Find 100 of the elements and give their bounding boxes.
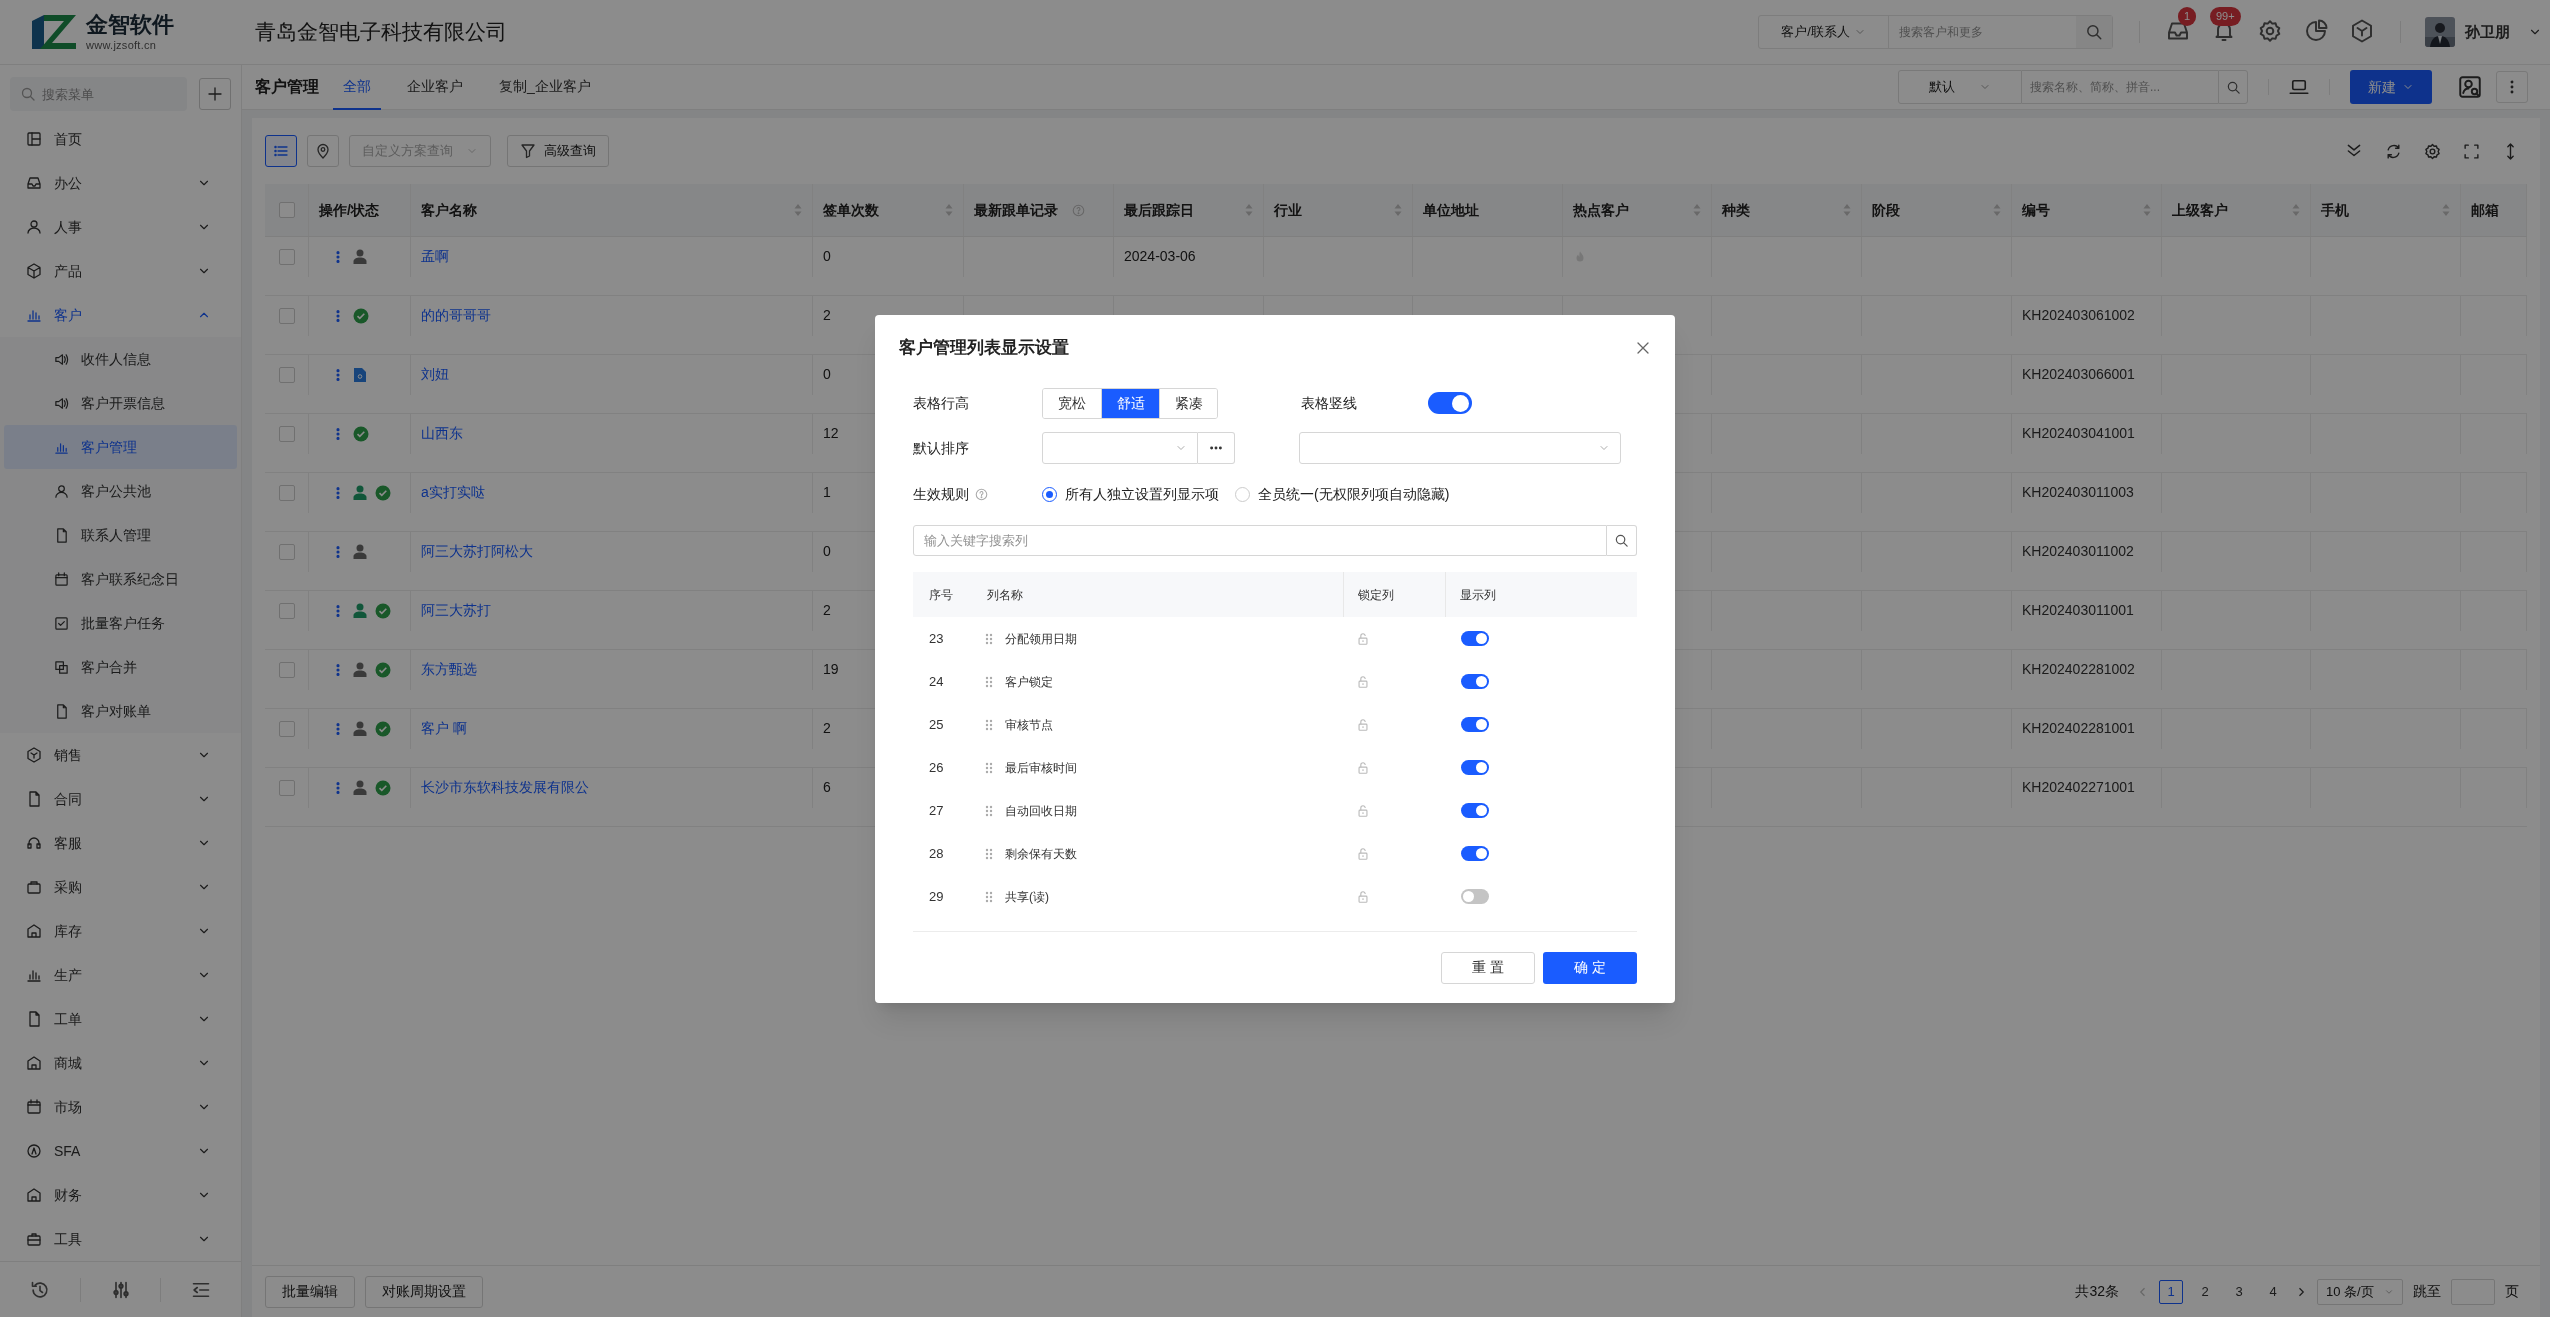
pie-chart-icon[interactable] xyxy=(2304,19,2328,43)
drag-handle-icon[interactable] xyxy=(985,890,993,903)
sidebar-menu-item[interactable]: SFA xyxy=(0,1129,241,1174)
footer-button[interactable]: 对账周期设置 xyxy=(365,1275,483,1308)
row-height-option[interactable]: 舒适 xyxy=(1101,388,1159,418)
checkbox[interactable] xyxy=(278,543,295,560)
sort-icon[interactable] xyxy=(1993,203,2001,217)
drag-handle-icon[interactable] xyxy=(985,761,993,774)
drag-handle-icon[interactable] xyxy=(985,847,993,860)
sidebar-submenu-item[interactable]: 批量客户任务 xyxy=(4,601,237,646)
sidebar-menu-item[interactable]: 生产 xyxy=(0,953,241,998)
sidebar-menu-item[interactable]: 财务 xyxy=(0,1173,241,1218)
checkbox[interactable] xyxy=(278,779,295,796)
sidebar-menu-item[interactable]: 首页 xyxy=(0,117,241,162)
column-header[interactable]: 最新跟单记录 xyxy=(964,184,1113,236)
reset-button[interactable]: 重 置 xyxy=(1441,951,1535,984)
page-button[interactable]: 2 xyxy=(2193,1279,2217,1304)
checkbox[interactable] xyxy=(278,720,295,737)
menu-search-field[interactable]: 搜索菜单 xyxy=(10,77,187,112)
settings-icon[interactable] xyxy=(2258,19,2282,43)
sidebar-menu-item[interactable]: 库存 xyxy=(0,909,241,954)
new-button[interactable]: 新建 xyxy=(2350,70,2432,104)
column-header[interactable]: 行业 xyxy=(1264,184,1412,236)
search-button[interactable] xyxy=(1607,525,1637,556)
sidebar-menu-item[interactable]: 工具 xyxy=(0,1217,241,1262)
toggle-switch[interactable] xyxy=(1461,803,1489,818)
sidebar-submenu-item[interactable]: 客户合并 xyxy=(4,645,237,690)
user-name[interactable]: 孙卫朋 xyxy=(2465,20,2510,44)
sort-order-dropdown[interactable] xyxy=(1299,432,1621,464)
page-button[interactable]: 1 xyxy=(2159,1279,2183,1304)
drag-handle-icon[interactable] xyxy=(985,804,993,817)
global-search[interactable]: 客户/联系人 搜索客户和更多 xyxy=(1758,15,2113,49)
sort-icon[interactable] xyxy=(1693,203,1701,217)
sort-icon[interactable] xyxy=(2292,203,2300,217)
checkbox[interactable] xyxy=(278,248,295,265)
unlock-icon[interactable] xyxy=(1356,674,1370,689)
customer-name-link[interactable]: a实打实哒 xyxy=(421,482,485,504)
customer-name-link[interactable]: 长沙市东软科技发展有限公 xyxy=(421,777,589,799)
row-height-option[interactable]: 紧凑 xyxy=(1159,388,1217,418)
column-header[interactable]: 签单次数 xyxy=(813,184,963,236)
page-size-dropdown[interactable]: 10 条/页 xyxy=(2317,1278,2403,1305)
toggle-switch[interactable] xyxy=(1461,717,1489,732)
radio-label[interactable]: 所有人独立设置列显示项 xyxy=(1065,483,1219,505)
view-dropdown[interactable]: 默认 xyxy=(1898,70,2022,104)
radio-label[interactable]: 全员统一(无权限列项自动隐藏) xyxy=(1258,483,1450,505)
sidebar-submenu-item[interactable]: 客户管理 xyxy=(4,425,237,470)
customer-name-link[interactable]: 刘妞 xyxy=(421,364,449,386)
column-header[interactable]: 上级客户 xyxy=(2162,184,2310,236)
column-header[interactable]: 邮箱 xyxy=(2461,184,2526,236)
checkbox[interactable] xyxy=(278,307,295,324)
column-header[interactable]: 阶段 xyxy=(1862,184,2011,236)
sidebar-submenu-item[interactable]: 客户开票信息 xyxy=(4,381,237,426)
checkbox[interactable] xyxy=(278,484,295,501)
sidebar-submenu-item[interactable]: 客户联系纪念日 xyxy=(4,557,237,602)
sidebar-menu-item[interactable]: 销售 xyxy=(0,733,241,778)
sidebar-submenu-item[interactable]: 客户公共池 xyxy=(4,469,237,514)
customer-name-link[interactable]: 东方甄选 xyxy=(421,659,477,681)
sidebar-menu-item[interactable]: 市场 xyxy=(0,1085,241,1130)
tab[interactable]: 企业客户 xyxy=(397,64,473,110)
history-icon[interactable] xyxy=(29,1279,50,1300)
map-view-button[interactable] xyxy=(307,135,339,167)
toggle-switch[interactable] xyxy=(1461,760,1489,775)
checkbox[interactable] xyxy=(278,425,295,442)
toggle-switch[interactable] xyxy=(1461,846,1489,861)
customer-name-link[interactable]: 阿三大苏打阿松大 xyxy=(421,541,533,563)
customer-name-link[interactable]: 客户 啊 xyxy=(421,718,467,740)
customer-name-link[interactable]: 山西东 xyxy=(421,423,463,445)
hexagon-icon[interactable] xyxy=(2350,19,2374,43)
drag-handle-icon[interactable] xyxy=(985,718,993,731)
sidebar-menu-item[interactable]: 采购 xyxy=(0,865,241,910)
laptop-icon[interactable] xyxy=(2289,77,2309,97)
toggle-switch[interactable] xyxy=(1461,631,1489,646)
sort-icon[interactable] xyxy=(1843,203,1851,217)
sidebar-menu-item[interactable]: 产品 xyxy=(0,249,241,294)
column-header[interactable]: 操作/状态 xyxy=(309,184,410,236)
sort-icon[interactable] xyxy=(1394,203,1402,217)
column-header[interactable]: 种类 xyxy=(1712,184,1861,236)
sidebar-menu-item[interactable]: 工单 xyxy=(0,997,241,1042)
footer-button[interactable]: 批量编辑 xyxy=(265,1275,355,1308)
checkbox[interactable] xyxy=(278,602,295,619)
sidebar-menu-item[interactable]: 办公 xyxy=(0,161,241,206)
sort-icon[interactable] xyxy=(2442,203,2450,217)
drag-handle-icon[interactable] xyxy=(985,632,993,645)
toggle-switch[interactable] xyxy=(1461,889,1489,904)
sidebar-submenu-item[interactable]: 收件人信息 xyxy=(4,337,237,382)
sidebar-menu-item[interactable]: 客服 xyxy=(0,821,241,866)
sidebar-menu-item[interactable]: 合同 xyxy=(0,777,241,822)
drag-handle-icon[interactable] xyxy=(985,675,993,688)
page-button[interactable]: 3 xyxy=(2227,1279,2251,1304)
more-options-button[interactable] xyxy=(1198,432,1235,464)
list-view-button[interactable] xyxy=(265,135,297,167)
toggle-switch[interactable] xyxy=(1428,392,1472,414)
close-icon[interactable] xyxy=(1635,340,1651,356)
checkbox[interactable] xyxy=(278,202,295,218)
sidebar-submenu-item[interactable]: 客户对账单 xyxy=(4,689,237,734)
column-header[interactable]: 热点客户 xyxy=(1563,184,1711,236)
search-button[interactable] xyxy=(2076,16,2112,48)
fullscreen-icon[interactable] xyxy=(2463,142,2480,160)
sidebar-menu-item[interactable]: 人事 xyxy=(0,205,241,250)
unlock-icon[interactable] xyxy=(1356,760,1370,775)
